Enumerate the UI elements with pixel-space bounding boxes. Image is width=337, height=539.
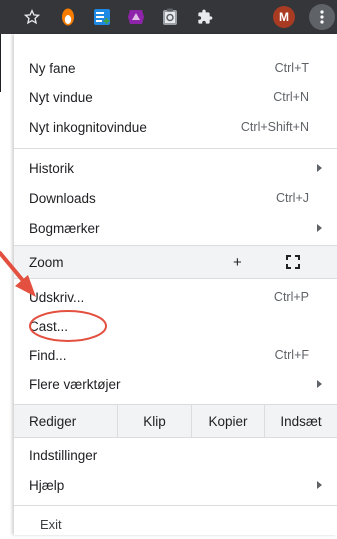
menu-item-label: Exit bbox=[40, 516, 62, 532]
menu-item-new-window[interactable]: Nyt vindue Ctrl+N bbox=[14, 82, 337, 112]
menu-separator bbox=[14, 278, 337, 279]
menu-item-cast[interactable]: Cast... bbox=[14, 311, 337, 341]
menu-item-new-tab[interactable]: Ny fane Ctrl+T bbox=[14, 53, 337, 83]
profile-avatar[interactable]: M bbox=[272, 5, 296, 29]
menu-separator bbox=[14, 148, 337, 149]
menu-item-label: Udskriv... bbox=[29, 289, 85, 305]
menu-item-label: Flere værktøjer bbox=[29, 376, 121, 392]
avatar[interactable]: M bbox=[273, 6, 295, 28]
extension-purple-icon[interactable] bbox=[124, 5, 148, 29]
menu-item-label: Indstillinger bbox=[29, 447, 98, 463]
menu-item-label: Ny fane bbox=[29, 60, 76, 76]
menu-item-settings[interactable]: Indstillinger bbox=[14, 440, 337, 470]
copy-button[interactable]: Kopier bbox=[192, 405, 264, 437]
browser-toolbar: M bbox=[0, 0, 337, 34]
kebab-menu-icon[interactable] bbox=[308, 3, 336, 31]
paste-button[interactable]: Indsæt bbox=[265, 405, 337, 437]
menu-item-shortcut: Ctrl+F bbox=[274, 348, 309, 362]
menu-item-shortcut: Ctrl+J bbox=[276, 191, 309, 205]
menu-item-find[interactable]: Find... Ctrl+F bbox=[14, 340, 337, 370]
menu-item-shortcut: Ctrl+N bbox=[273, 90, 309, 104]
menu-item-more-tools[interactable]: Flere værktøjer bbox=[14, 369, 337, 399]
menu-item-label: Historik bbox=[29, 160, 75, 176]
menu-item-downloads[interactable]: Downloads Ctrl+J bbox=[14, 183, 337, 213]
menu-item-print[interactable]: Udskriv... Ctrl+P bbox=[14, 282, 337, 312]
menu-item-help[interactable]: Hjælp bbox=[14, 470, 337, 500]
extension-list-icon[interactable] bbox=[90, 5, 114, 29]
extensions-puzzle-icon[interactable] bbox=[193, 5, 217, 29]
menu-item-shortcut: Ctrl+Shift+N bbox=[240, 120, 309, 134]
window-edge bbox=[0, 34, 1, 92]
chrome-menu: Ny fane Ctrl+T Nyt vindue Ctrl+N Nyt ink… bbox=[14, 34, 337, 535]
menu-item-new-incognito-window[interactable]: Nyt inkognitovindue Ctrl+Shift+N bbox=[14, 112, 337, 142]
menu-separator bbox=[14, 437, 337, 438]
extension-orange-icon[interactable] bbox=[56, 5, 80, 29]
menu-item-bookmarks[interactable]: Bogmærker bbox=[14, 213, 337, 243]
menu-item-label: Cast... bbox=[29, 318, 69, 334]
menu-item-shortcut: Ctrl+T bbox=[274, 61, 309, 75]
menu-item-label: Downloads bbox=[29, 190, 96, 206]
extension-clipboard-icon[interactable] bbox=[158, 5, 182, 29]
submenu-arrow-icon bbox=[317, 481, 322, 489]
cut-button[interactable]: Klip bbox=[118, 405, 191, 437]
zoom-in-button[interactable]: + bbox=[233, 254, 242, 271]
menu-item-label: Nyt vindue bbox=[29, 89, 93, 105]
menu-item-label: Bogmærker bbox=[29, 220, 100, 236]
menu-item-label: Hjælp bbox=[29, 477, 65, 493]
menu-item-label: Find... bbox=[29, 347, 67, 363]
menu-separator bbox=[14, 505, 337, 506]
submenu-arrow-icon bbox=[317, 224, 322, 232]
zoom-label: Zoom bbox=[29, 254, 64, 270]
submenu-arrow-icon bbox=[317, 164, 322, 172]
fullscreen-icon[interactable] bbox=[286, 255, 300, 269]
star-icon[interactable] bbox=[20, 5, 44, 29]
menu-item-zoom: Zoom + bbox=[14, 247, 337, 277]
menu-item-label: Nyt inkognitovindue bbox=[29, 119, 147, 135]
submenu-arrow-icon bbox=[317, 380, 322, 388]
menu-item-history[interactable]: Historik bbox=[14, 153, 337, 183]
menu-item-shortcut: Ctrl+P bbox=[273, 290, 309, 304]
edit-label: Rediger bbox=[14, 405, 117, 437]
